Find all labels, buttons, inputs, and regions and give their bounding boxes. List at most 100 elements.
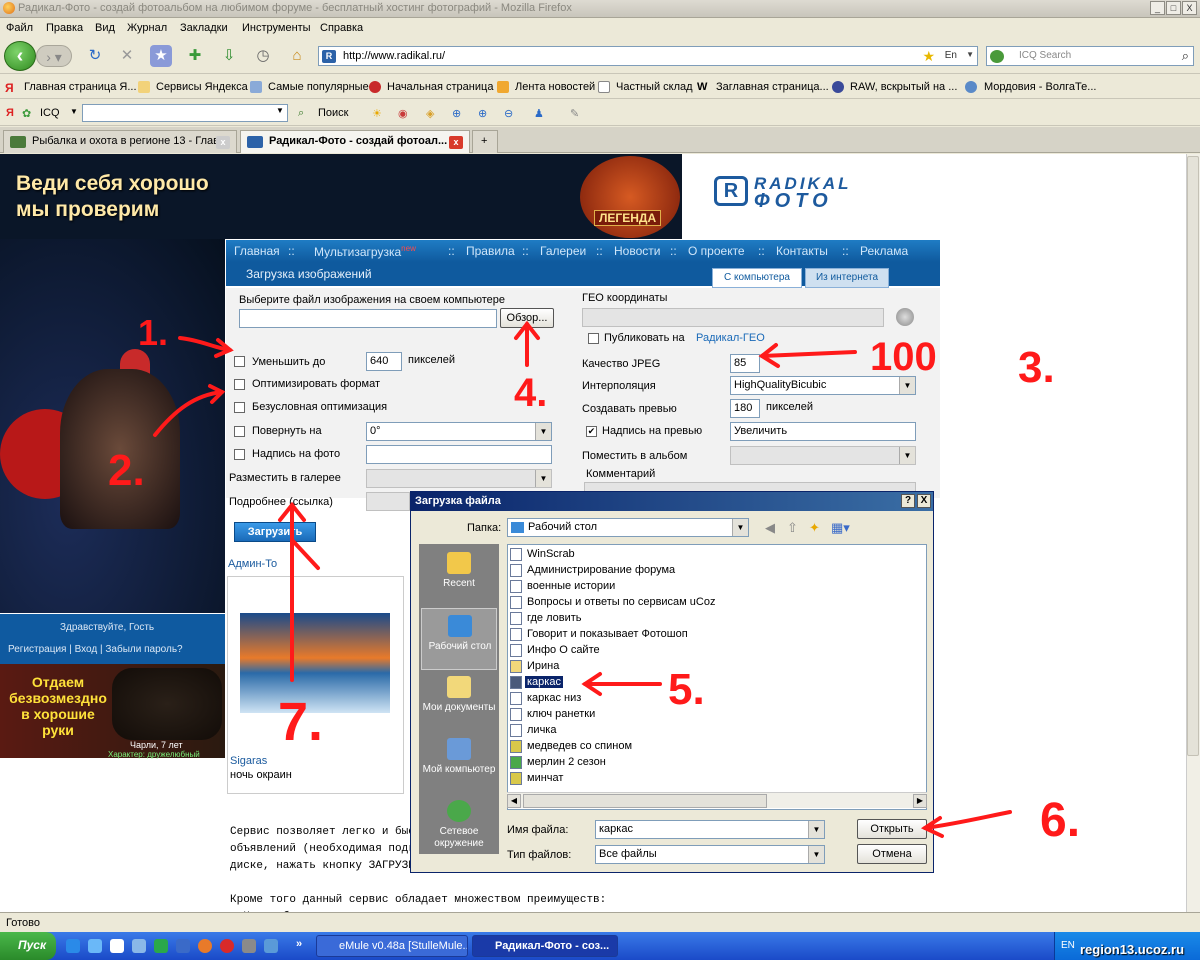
nav-rules[interactable]: Правила bbox=[466, 244, 515, 258]
filetype-select[interactable]: Все файлы ▼ bbox=[595, 845, 825, 864]
filename-input[interactable]: каркас ▼ bbox=[595, 820, 825, 839]
more-link-input[interactable] bbox=[366, 492, 410, 511]
force-opt-checkbox[interactable] bbox=[234, 402, 245, 413]
reduce-checkbox[interactable] bbox=[234, 356, 245, 367]
show-desktop-icon[interactable] bbox=[66, 939, 80, 953]
reload-icon[interactable]: ↻ bbox=[84, 45, 106, 67]
menu-view[interactable]: Вид bbox=[95, 22, 115, 34]
search-icon[interactable]: ⌕ bbox=[298, 107, 304, 120]
tab-from-computer[interactable]: С компьютера bbox=[712, 268, 802, 288]
menu-tools[interactable]: Инструменты bbox=[242, 22, 311, 34]
taskbar-emule[interactable]: eMule v0.48a [StulleMule... bbox=[316, 935, 468, 957]
bookmark-star-icon[interactable]: ★ bbox=[150, 45, 172, 67]
bookmark-item[interactable]: Мордовия - ВолгаТе... bbox=[984, 81, 1096, 93]
place-recent[interactable]: Recent bbox=[421, 546, 497, 608]
bookmark-item[interactable]: Заглавная страница... bbox=[716, 81, 829, 93]
place-documents[interactable]: Мои документы bbox=[421, 670, 497, 732]
rotate-select[interactable]: 0° ▼ bbox=[366, 422, 552, 441]
yandex-input-dropdown-icon[interactable]: ▼ bbox=[276, 106, 284, 115]
optimize-checkbox[interactable] bbox=[234, 379, 245, 390]
tab-radikal[interactable]: Радикал-Фото - создай фотоал... x bbox=[240, 130, 470, 153]
open-button[interactable]: Открыть bbox=[857, 819, 927, 839]
dialog-title[interactable]: Загрузка файла bbox=[411, 492, 933, 511]
place-computer[interactable]: Мой компьютер bbox=[421, 732, 497, 794]
url-bar[interactable]: R http://www.radikal.ru/ ★ En ▼ bbox=[318, 46, 978, 66]
yandex-search-input[interactable] bbox=[82, 104, 288, 122]
cancel-button[interactable]: Отмена bbox=[857, 844, 927, 864]
left-ad-banner[interactable]: Веди себя хорошо мы проверим bbox=[0, 172, 225, 613]
maximize-button[interactable]: □ bbox=[1166, 1, 1181, 15]
scroll-left-icon[interactable]: ◀ bbox=[507, 794, 521, 808]
user-icon[interactable]: ♟ bbox=[534, 107, 544, 120]
browse-button[interactable]: Обзор... bbox=[500, 308, 554, 328]
photo-thumbnail-card[interactable]: Sigaras ночь окраин bbox=[227, 576, 404, 794]
dog-ad-banner[interactable]: Отдаем безвозмездно в хорошие руки Чарли… bbox=[0, 664, 225, 759]
rotate-checkbox[interactable] bbox=[234, 426, 245, 437]
nav-about[interactable]: О проекте bbox=[688, 244, 745, 258]
preview-caption-input[interactable]: Увеличить bbox=[730, 422, 916, 441]
nav-contacts[interactable]: Контакты bbox=[776, 244, 828, 258]
menu-bookmarks[interactable]: Закладки bbox=[180, 22, 228, 34]
taskbar-firefox[interactable]: Радикал-Фото - соз... bbox=[472, 935, 618, 957]
money-icon[interactable]: ◈ bbox=[426, 107, 434, 120]
app-quick-icon[interactable] bbox=[264, 939, 278, 953]
stop-icon[interactable]: ✕ bbox=[116, 45, 138, 67]
add-page-icon[interactable]: ✚ bbox=[184, 45, 206, 67]
place-desktop[interactable]: Рабочий стол bbox=[421, 608, 497, 670]
yandex-search-button[interactable]: Поиск bbox=[318, 107, 348, 119]
star-icon[interactable]: ★ bbox=[922, 48, 935, 65]
page-scroll-thumb[interactable] bbox=[1187, 156, 1199, 756]
album-select[interactable]: ▼ bbox=[730, 446, 916, 465]
bookmark-item[interactable]: Главная страница Я... bbox=[24, 81, 137, 93]
download-icon[interactable]: ⇩ bbox=[218, 45, 240, 67]
nav-news[interactable]: Новости bbox=[614, 244, 660, 258]
zoom-fit-icon[interactable]: ⊕ bbox=[478, 107, 487, 120]
publish-link[interactable]: Радикал-ГЕО bbox=[696, 332, 765, 344]
traffic-icon[interactable]: ◉ bbox=[398, 107, 408, 120]
dialog-help-button[interactable]: ? bbox=[901, 494, 915, 508]
jpeg-quality-input[interactable]: 85 bbox=[730, 354, 760, 373]
interp-select[interactable]: HighQualityBicubic ▼ bbox=[730, 376, 916, 395]
tab-fishing[interactable]: Рыбалка и охота в регионе 13 - Глав... x bbox=[3, 130, 237, 153]
caption-checkbox[interactable] bbox=[234, 449, 245, 460]
bookmark-item[interactable]: Начальная страница bbox=[387, 81, 493, 93]
geo-input[interactable] bbox=[582, 308, 884, 327]
auth-links[interactable]: Регистрация | Вход | Забыли пароль? bbox=[8, 644, 183, 655]
more-chevron-icon[interactable]: » bbox=[296, 938, 302, 950]
nav-multiupload[interactable]: Мультизагрузкаnew bbox=[314, 244, 416, 259]
app-quick-icon[interactable] bbox=[242, 939, 256, 953]
dialog-close-button[interactable]: X bbox=[917, 494, 931, 508]
url-dropdown-icon[interactable]: ▼ bbox=[966, 50, 974, 59]
zoom-in-icon[interactable]: ⊕ bbox=[452, 107, 461, 120]
icq-quick-icon[interactable] bbox=[154, 939, 168, 953]
language-tray[interactable]: EN bbox=[1061, 940, 1075, 951]
nav-home[interactable]: Главная bbox=[234, 244, 280, 258]
file-list-hscrollbar[interactable]: ◀ ▶ bbox=[507, 792, 927, 808]
bookmark-item[interactable]: Сервисы Яндекса bbox=[156, 81, 248, 93]
history-icon[interactable]: ◷ bbox=[252, 45, 274, 67]
publish-geo-checkbox[interactable] bbox=[588, 333, 599, 344]
tab-close-icon[interactable]: x bbox=[216, 136, 230, 149]
caption-input[interactable] bbox=[366, 445, 552, 464]
media-icon[interactable] bbox=[132, 939, 146, 953]
explorer-icon[interactable] bbox=[110, 939, 124, 953]
yandex-logo-icon[interactable]: Я bbox=[6, 107, 14, 119]
menu-file[interactable]: Файл bbox=[6, 22, 33, 34]
pencil-icon[interactable]: ✎ bbox=[570, 107, 579, 120]
firefox-quick-icon[interactable] bbox=[198, 939, 212, 953]
admin-top-label[interactable]: Админ-То bbox=[228, 558, 277, 570]
bookmark-item[interactable]: Частный склад bbox=[616, 81, 693, 93]
legend-logo[interactable]: ЛЕГЕНДА bbox=[580, 156, 680, 238]
zoom-out-icon[interactable]: ⊖ bbox=[504, 107, 513, 120]
menu-edit[interactable]: Правка bbox=[46, 22, 83, 34]
gallery-select[interactable]: ▼ bbox=[366, 469, 552, 488]
view-menu-icon[interactable]: ▦▾ bbox=[831, 520, 850, 536]
upload-button[interactable]: Загрузить bbox=[234, 522, 316, 542]
photo-thumbnail[interactable] bbox=[240, 613, 390, 713]
reduce-size-input[interactable]: 640 bbox=[366, 352, 402, 371]
icq-label[interactable]: ICQ bbox=[40, 107, 60, 119]
back-button[interactable]: ‹ bbox=[4, 41, 36, 71]
hscroll-thumb[interactable] bbox=[523, 794, 767, 808]
tab-close-icon[interactable]: x bbox=[449, 136, 463, 149]
search-bar[interactable]: ICQ Search ⌕ bbox=[986, 46, 1194, 66]
